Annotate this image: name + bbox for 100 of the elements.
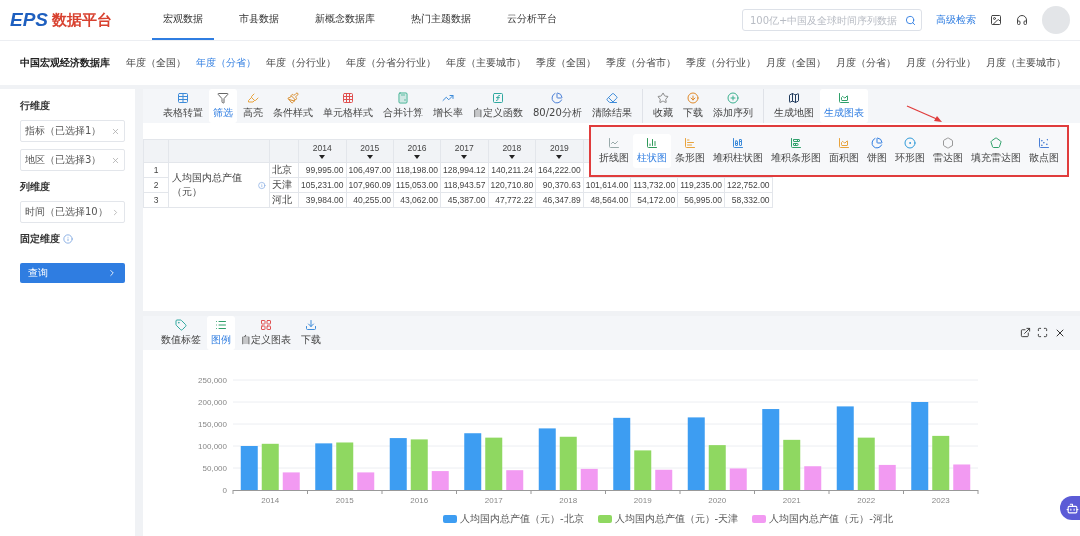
bar [336, 442, 354, 490]
database-tab[interactable]: 年度（主要城市） [446, 56, 526, 70]
eraser-icon [605, 92, 618, 104]
fullscreen-icon[interactable] [1037, 327, 1048, 338]
caret-icon[interactable] [366, 155, 373, 159]
advanced-search-link[interactable]: 高级检索 [936, 13, 976, 27]
database-tab[interactable]: 季度（分省市） [606, 56, 676, 70]
nav-item[interactable]: 新概念数据库 [304, 0, 386, 40]
caret-icon[interactable] [508, 155, 515, 159]
toolbar-button[interactable]: 筛选 [209, 89, 237, 123]
dimension-select[interactable]: 时间（已选择10） [20, 201, 125, 223]
database-tab[interactable]: 季度（分行业） [686, 56, 756, 70]
database-tab[interactable]: 年度（全国） [126, 56, 186, 70]
database-tab[interactable]: 月度（分省） [836, 56, 896, 70]
toolbar-button[interactable]: 生成图表 [819, 89, 868, 123]
column-header[interactable]: 2019 [535, 139, 584, 163]
table-cell: 90,370.63 [535, 177, 584, 193]
axis-label: 2023 [931, 496, 950, 505]
column-header[interactable]: 2014 [298, 139, 347, 163]
table-cell: 46,347.89 [535, 192, 584, 208]
chart-type-button[interactable]: 饼图 [863, 134, 891, 168]
chart-tool-button[interactable]: 图例 [207, 316, 235, 350]
legend-item[interactable]: 人均国内总产值（元）-河北 [752, 512, 893, 526]
database-tab[interactable]: 月度（主要城市） [986, 56, 1066, 70]
toolbar-button[interactable]: 下载 [678, 89, 707, 123]
nav-item[interactable]: 热门主题数据 [400, 0, 482, 40]
axis-label: 2022 [857, 496, 876, 505]
toolbar-button[interactable]: 清除结果 [587, 89, 636, 123]
table-cell: 106,497.00 [346, 162, 394, 178]
database-tab[interactable]: 月度（分行业） [906, 56, 976, 70]
chart-type-button[interactable]: 散点图 [1025, 134, 1063, 168]
chart-type-button[interactable]: 堆积柱状图 [709, 134, 767, 168]
chart-type-button[interactable]: 条形图 [671, 134, 709, 168]
toolbar-button[interactable]: 条件样式 [269, 89, 317, 123]
download-icon [686, 92, 699, 104]
database-tab[interactable]: 年度（分省分行业） [346, 56, 436, 70]
chart-type-button[interactable]: 填充雷达图 [967, 134, 1025, 168]
caret-icon[interactable] [414, 155, 421, 159]
dimension-select[interactable]: 地区（已选择3） [20, 149, 125, 171]
database-tab[interactable]: 年度（分行业） [266, 56, 336, 70]
toolbar-button[interactable]: 80/20分析 [529, 89, 586, 123]
query-button[interactable]: 查询 [20, 263, 125, 283]
table-cell: 107,960.09 [346, 177, 394, 193]
search-field[interactable]: 100亿+中国及全球时间序列数据 [742, 9, 922, 31]
indicator-cell-text: 人均国内总产值（元） [172, 171, 243, 199]
toolbar-button[interactable]: 收藏 [648, 89, 677, 123]
legend-item[interactable]: 人均国内总产值（元）-天津 [597, 512, 739, 526]
horizontal-bar-chart-icon [684, 137, 696, 149]
toolbar-button[interactable]: 高亮 [239, 89, 267, 123]
axis-label: 2014 [261, 496, 280, 505]
bar [580, 468, 598, 490]
table-header-cell [143, 139, 169, 163]
toolbar-button[interactable]: 添加序列 [708, 89, 757, 123]
toolbar-button[interactable]: 合并计算 [379, 89, 427, 123]
toolbar-button[interactable]: 增长率 [429, 89, 467, 123]
column-header[interactable]: 2015 [346, 139, 394, 163]
chart-tool-button[interactable]: 下载 [297, 316, 325, 350]
column-header[interactable]: 2017 [440, 139, 489, 163]
chart-type-button[interactable]: 堆积条形图 [767, 134, 825, 168]
toolbar-button[interactable]: 生成地图 [769, 89, 818, 123]
row-number: 2 [143, 177, 169, 193]
database-tab[interactable]: 年度（分省） [196, 56, 256, 70]
robot-icon [1065, 501, 1079, 515]
chart-type-button[interactable]: 雷达图 [929, 134, 967, 168]
bar [804, 466, 822, 490]
nav-item[interactable]: 市县数据 [228, 0, 290, 40]
nav-item[interactable]: 云分析平台 [496, 0, 568, 40]
trend-icon [442, 92, 454, 104]
list-icon [215, 319, 227, 331]
caret-icon[interactable] [556, 155, 563, 159]
axis-label: 50,000 [202, 464, 227, 473]
column-header[interactable]: 2018 [488, 139, 536, 163]
toolbar-button[interactable]: 表格转置 [159, 89, 207, 123]
chart-tool-button[interactable]: 自定义图表 [237, 316, 295, 350]
grid-icon [342, 92, 354, 104]
table-cell: 105,231.00 [298, 177, 347, 193]
caret-icon[interactable] [319, 155, 326, 159]
chart-type-button[interactable]: 环形图 [891, 134, 929, 168]
chart-type-button[interactable]: 折线图 [595, 134, 633, 168]
caret-icon[interactable] [461, 155, 468, 159]
bar [410, 439, 428, 490]
search-icon[interactable] [905, 14, 916, 26]
export-icon[interactable] [1020, 327, 1031, 338]
bar [261, 443, 279, 490]
bar-chart-icon [646, 137, 658, 149]
toolbar-button[interactable]: 自定义函数 [469, 89, 527, 123]
image-icon[interactable] [990, 14, 1002, 26]
chart-type-button[interactable]: 面积图 [825, 134, 863, 168]
database-tab[interactable]: 季度（全国） [536, 56, 596, 70]
dimension-select[interactable]: 指标（已选择1） [20, 120, 125, 142]
assistant-button[interactable] [1060, 496, 1080, 520]
chart-tool-button[interactable]: 数值标签 [157, 316, 205, 350]
close-icon[interactable] [1054, 327, 1066, 339]
toolbar-button[interactable]: 单元格样式 [319, 89, 377, 123]
legend-item[interactable]: 人均国内总产值（元）-北京 [443, 512, 584, 526]
headphones-icon[interactable] [1016, 14, 1028, 26]
database-tab[interactable]: 月度（全国） [766, 56, 826, 70]
chart-type-button[interactable]: 柱状图 [633, 134, 671, 168]
row-number: 3 [143, 192, 169, 208]
column-header[interactable]: 2016 [393, 139, 441, 163]
